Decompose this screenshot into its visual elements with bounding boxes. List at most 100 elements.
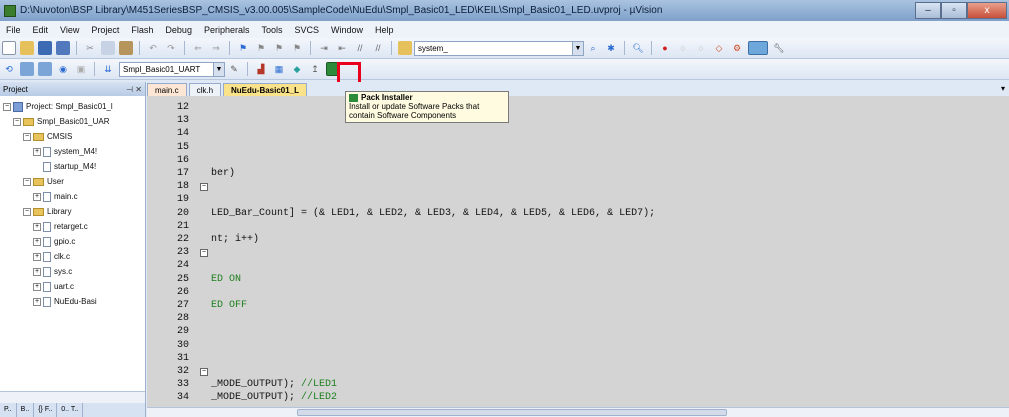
breakpoint-icon[interactable]: ● [658, 41, 672, 55]
editor-hscroll[interactable] [147, 407, 1009, 417]
bookmark-icon[interactable]: ⚑ [236, 41, 250, 55]
find-in-files-icon[interactable] [398, 41, 412, 55]
menu-debug[interactable]: Debug [159, 25, 198, 35]
window-layout-icon[interactable] [748, 41, 768, 55]
stop-build-icon[interactable]: ▣ [74, 62, 88, 76]
expand-icon[interactable]: + [33, 252, 41, 261]
maximize-button[interactable]: ▫ [941, 1, 967, 19]
tab-functions[interactable]: {} F.. [34, 403, 58, 417]
comment-icon[interactable]: // [353, 41, 367, 55]
open-folder-icon[interactable] [20, 41, 34, 55]
collapse-icon[interactable]: − [23, 177, 31, 186]
nav-back-icon[interactable]: ⇐ [191, 41, 205, 55]
chevron-down-icon[interactable]: ▼ [213, 62, 224, 76]
save-icon[interactable] [38, 41, 52, 55]
tree-node[interactable]: + retarget.c [33, 220, 88, 233]
tab-list-dropdown-icon[interactable]: ▾ [1001, 84, 1005, 93]
uncomment-icon[interactable]: // [371, 41, 385, 55]
nav-forward-icon[interactable]: ⇒ [209, 41, 223, 55]
menu-peripherals[interactable]: Peripherals [198, 25, 256, 35]
tree-node[interactable]: − Project: Smpl_Basic01_l [3, 100, 113, 113]
tab-clk-h[interactable]: clk.h [188, 83, 222, 96]
expand-icon[interactable]: + [33, 147, 41, 156]
panel-pin-close-icon[interactable]: ⊣ ✕ [126, 85, 145, 94]
find-combo[interactable]: system_ ▼ [414, 40, 584, 56]
fold-toggle-icon[interactable]: − [200, 249, 208, 258]
minimize-button[interactable]: – [915, 1, 941, 19]
tab-nuedu-basic01[interactable]: NuEdu-Basic01_L [223, 83, 308, 96]
menu-help[interactable]: Help [369, 25, 400, 35]
menu-edit[interactable]: Edit [27, 25, 55, 35]
fold-toggle-icon[interactable]: − [200, 368, 208, 376]
fold-toggle-icon[interactable]: − [200, 183, 208, 192]
copy-icon[interactable] [101, 41, 115, 55]
tab-books[interactable]: B.. [17, 403, 35, 417]
collapse-icon[interactable]: − [3, 102, 11, 111]
next-bookmark-icon[interactable]: ⚑ [272, 41, 286, 55]
menu-view[interactable]: View [54, 25, 85, 35]
prev-bookmark-icon[interactable]: ⚑ [254, 41, 268, 55]
incremental-find-icon[interactable]: ✱ [604, 41, 618, 55]
indent-icon[interactable]: ⇥ [317, 41, 331, 55]
debug-session-icon[interactable]: 🔍︎ [631, 41, 645, 55]
menu-file[interactable]: File [0, 25, 27, 35]
target-options-icon[interactable]: ✎ [227, 62, 241, 76]
collapse-icon[interactable]: − [23, 132, 31, 141]
tree-node[interactable]: − Smpl_Basic01_UAR [13, 115, 109, 128]
update-packs-icon[interactable]: ↥ [308, 62, 322, 76]
tools-icon[interactable]: 🔧︎ [772, 41, 786, 55]
tree-node[interactable]: − User [23, 175, 64, 188]
tree-node[interactable]: + system_M4! [33, 145, 97, 158]
tab-templates[interactable]: 0.. T.. [57, 403, 84, 417]
menu-window[interactable]: Window [325, 25, 369, 35]
code-editor[interactable]: 12 13 14 15 16 17 ber) 18−19 20 LED_Bar_Count] = … [147, 96, 1009, 407]
build-icon[interactable] [20, 62, 34, 76]
project-panel-hscroll[interactable] [0, 391, 145, 403]
collapse-icon[interactable]: − [13, 117, 21, 126]
tree-node[interactable]: startup_M4! [33, 160, 96, 173]
expand-icon[interactable]: + [33, 237, 41, 246]
tree-node[interactable]: − CMSIS [23, 130, 72, 143]
redo-icon[interactable]: ↷ [164, 41, 178, 55]
disable-breakpoint-icon[interactable]: ○ [676, 41, 690, 55]
tab-project[interactable]: P.. [0, 403, 17, 417]
expand-icon[interactable]: + [33, 282, 41, 291]
tree-node[interactable]: + NuEdu-Basi [33, 295, 97, 308]
tree-node[interactable]: + gpio.c [33, 235, 75, 248]
download-icon[interactable]: ⇊ [101, 62, 115, 76]
chevron-down-icon[interactable]: ▼ [572, 41, 583, 55]
paste-icon[interactable] [119, 41, 133, 55]
cut-icon[interactable]: ✂ [83, 41, 97, 55]
expand-icon[interactable]: + [33, 192, 41, 201]
undo-icon[interactable]: ↶ [146, 41, 160, 55]
expand-icon[interactable]: + [33, 267, 41, 276]
target-combo[interactable]: Smpl_Basic01_UART ▼ [119, 61, 225, 77]
scroll-thumb[interactable] [297, 409, 727, 416]
rebuild-icon[interactable] [38, 62, 52, 76]
tab-main-c[interactable]: main.c [147, 83, 187, 96]
tree-node[interactable]: − Library [23, 205, 71, 218]
tree-node[interactable]: + main.c [33, 190, 78, 203]
close-button[interactable]: x [967, 1, 1007, 19]
kill-breakpoints-icon[interactable]: ◇ [712, 41, 726, 55]
collapse-icon[interactable]: − [23, 207, 31, 216]
select-packs-icon[interactable]: ◆ [290, 62, 304, 76]
new-file-icon[interactable] [2, 41, 16, 55]
expand-icon[interactable]: + [33, 222, 41, 231]
configure-icon[interactable]: ⚙ [730, 41, 744, 55]
batch-build-icon[interactable]: ◉ [56, 62, 70, 76]
manage-project-items-icon[interactable]: ▟ [254, 62, 268, 76]
menu-project[interactable]: Project [85, 25, 125, 35]
disable-all-breakpoints-icon[interactable]: ○ [694, 41, 708, 55]
find-icon[interactable]: ⌕ [586, 41, 600, 55]
tree-node[interactable]: + clk.c [33, 250, 70, 263]
unindent-icon[interactable]: ⇤ [335, 41, 349, 55]
clear-bookmarks-icon[interactable]: ⚑ [290, 41, 304, 55]
menu-svcs[interactable]: SVCS [289, 25, 326, 35]
tree-node[interactable]: + sys.c [33, 265, 72, 278]
manage-rte-icon[interactable]: ▦ [272, 62, 286, 76]
menu-flash[interactable]: Flash [125, 25, 159, 35]
expand-icon[interactable]: + [33, 297, 41, 306]
save-all-icon[interactable] [56, 41, 70, 55]
menu-tools[interactable]: Tools [255, 25, 288, 35]
